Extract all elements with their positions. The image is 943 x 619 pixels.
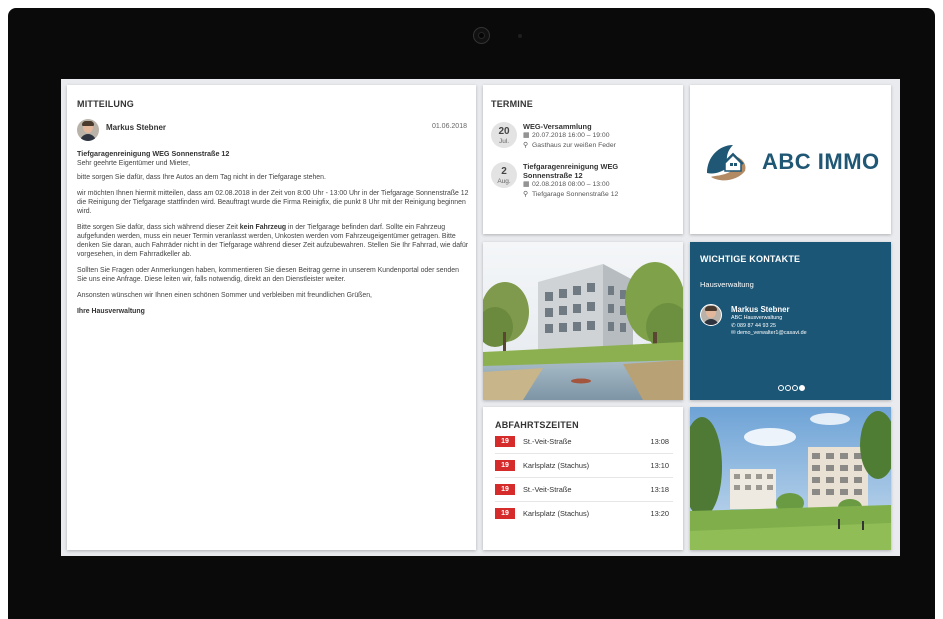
building-photo-2	[690, 407, 891, 550]
departures-card[interactable]: ABFAHRTSZEITEN 19 St.-Veit-Straße 13:08 …	[483, 407, 683, 550]
calendar-icon: ▦	[523, 181, 530, 188]
departure-row: 19 St.-Veit-Straße 13:18	[495, 479, 673, 502]
post-body: Tiefgaragenreinigung WEG Sonnenstraße 12…	[77, 149, 469, 323]
logo-card: ABC IMMO	[690, 85, 891, 234]
contact-name: Markus Stebner	[731, 305, 790, 314]
contact-company: ABC Hausverwaltung	[731, 315, 783, 321]
envelope-icon: ✉	[731, 330, 736, 336]
event-title: WEG-Versammlung	[523, 122, 592, 131]
house-logo-icon	[707, 145, 746, 181]
contact-email[interactable]: ✉ demo_verwalter1@casavi.de	[731, 330, 807, 338]
contact-category: Hausverwaltung	[700, 280, 754, 289]
carousel-dot[interactable]	[778, 385, 784, 391]
post-paragraph: Bitte sorgen Sie dafür, dass sich währen…	[77, 224, 469, 258]
post-paragraph: wir möchten Ihnen hiermit mitteilen, das…	[77, 190, 469, 215]
map-pin-icon: ⚲	[523, 142, 529, 149]
building-photo-1	[483, 242, 683, 400]
departure-destination: St.-Veit-Straße	[523, 437, 572, 446]
author-name: Markus Stebner	[106, 123, 167, 132]
post-salutation: Sehr geehrte Eigentümer und Mieter,	[77, 160, 190, 167]
contact-phone[interactable]: ✆ 089 87 44 93 25	[731, 323, 807, 331]
sensor-dot	[518, 34, 522, 38]
line-badge: 19	[495, 484, 515, 495]
departure-time: 13:10	[650, 461, 670, 470]
post-paragraph: Ansonsten wünschen wir Ihnen einen schön…	[77, 292, 372, 299]
contact-info: Markus Stebner ABC Hausverwaltung ✆ 089 …	[731, 305, 807, 338]
phone-icon: ✆	[731, 322, 736, 329]
avatar	[700, 304, 722, 326]
departure-destination: Karlsplatz (Stachus)	[523, 461, 590, 470]
departures-title: ABFAHRTSZEITEN	[495, 420, 579, 430]
building-park-image	[690, 407, 891, 550]
line-badge: 19	[495, 460, 515, 471]
post-date: 01.06.2018	[431, 123, 467, 130]
carousel-dot[interactable]	[785, 385, 791, 391]
dashboard-screen: MITTEILUNG Markus Stebner 01.06.2018 Tie…	[61, 79, 900, 556]
contacts-card[interactable]: WICHTIGE KONTAKTE Hausverwaltung Markus …	[690, 242, 891, 400]
departure-time: 13:18	[650, 485, 670, 494]
event-datetime: ▦ 20.07.2018 16:00 – 19:00	[523, 132, 610, 139]
post-emphasis: kein Fahrzeug	[239, 224, 287, 231]
announcement-card[interactable]: MITTEILUNG Markus Stebner 01.06.2018 Tie…	[67, 85, 476, 550]
departure-time: 13:08	[650, 437, 670, 446]
post-subject: Tiefgaragenreinigung WEG Sonnenstraße 12	[77, 149, 230, 158]
map-pin-icon: ⚲	[523, 191, 529, 198]
carousel-dots	[778, 385, 808, 392]
event-title: Tiefgaragenreinigung WEG Sonnenstraße 12	[523, 162, 619, 180]
camera-icon	[473, 27, 490, 44]
calendar-icon: ▦	[523, 132, 530, 139]
carousel-dot[interactable]	[792, 385, 798, 391]
event-date-badge: 2 Aug.	[491, 162, 517, 188]
author-row: Markus Stebner 01.06.2018	[77, 119, 467, 143]
event-datetime: ▦ 02.08.2018 08:00 – 13:00	[523, 181, 610, 188]
logo-text: ABC IMMO	[762, 149, 880, 174]
departure-row: 19 Karlsplatz (Stachus) 13:20	[495, 503, 673, 525]
announcement-title: MITTEILUNG	[77, 99, 134, 109]
post-paragraph: bitte sorgen Sie dafür, dass Ihre Autos …	[77, 174, 326, 181]
departure-row: 19 St.-Veit-Straße 13:08	[495, 431, 673, 454]
line-badge: 19	[495, 508, 515, 519]
departure-destination: St.-Veit-Straße	[523, 485, 572, 494]
carousel-dot-active[interactable]	[799, 385, 805, 391]
appointments-card[interactable]: TERMINE 20 Jul. WEG-Versammlung ▦ 20.07.2…	[483, 85, 683, 234]
event-location: ⚲ Gasthaus zur weißen Feder	[523, 142, 616, 149]
building-canal-image	[483, 242, 683, 400]
event-date-badge: 20 Jul.	[491, 122, 517, 148]
line-badge: 19	[495, 436, 515, 447]
departure-time: 13:20	[650, 509, 670, 518]
contacts-title: WICHTIGE KONTAKTE	[700, 254, 801, 264]
departure-destination: Karlsplatz (Stachus)	[523, 509, 590, 518]
departure-row: 19 Karlsplatz (Stachus) 13:10	[495, 455, 673, 478]
appointments-title: TERMINE	[491, 99, 533, 109]
post-paragraph: Sollten Sie Fragen oder Anmerkungen habe…	[77, 267, 459, 283]
event-location: ⚲ Tiefgarage Sonnenstraße 12	[523, 191, 619, 198]
post-signature: Ihre Hausverwaltung	[77, 308, 145, 315]
avatar	[77, 119, 99, 141]
